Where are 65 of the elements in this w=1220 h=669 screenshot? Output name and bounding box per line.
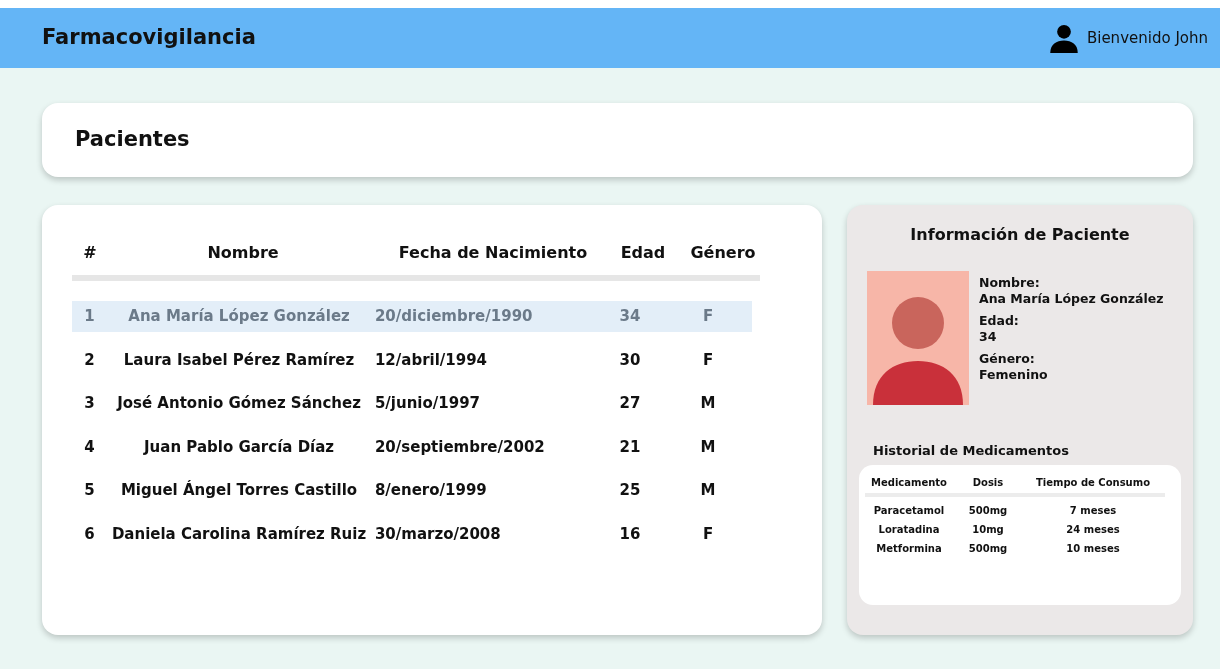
table-cell-text: 20/diciembre/1990 bbox=[373, 306, 534, 328]
info-title: Información de Paciente bbox=[909, 224, 1131, 246]
table-cell-text: 20/septiembre/2002 bbox=[373, 436, 546, 458]
table-cell-text: 500mg bbox=[967, 503, 1009, 518]
column-header: Género bbox=[689, 242, 757, 264]
table-cell-text: José Antonio Gómez Sánchez bbox=[115, 393, 362, 415]
history-title: Historial de Medicamentos bbox=[872, 442, 1070, 460]
patient-row[interactable]: 6 Daniela Carolina Ramírez Ruiz 30/marzo/2008 16 F bbox=[72, 518, 752, 550]
table-cell-text: 8/enero/1999 bbox=[373, 480, 488, 502]
column-header: Medicamento bbox=[870, 475, 948, 490]
table-cell-text: 21 bbox=[618, 436, 642, 458]
app-title: Farmacovigilancia bbox=[42, 24, 256, 52]
field-label: Nombre: bbox=[979, 275, 1041, 291]
table-cell-text: 6 bbox=[83, 523, 96, 545]
table-cell-text: Paracetamol bbox=[872, 503, 946, 518]
table-cell-text: Laura Isabel Pérez Ramírez bbox=[122, 349, 356, 371]
table-cell-text: 3 bbox=[83, 393, 96, 415]
column-header: Tiempo de Consumo bbox=[1034, 475, 1152, 490]
table-cell-text: Metformina bbox=[875, 541, 943, 556]
column-header: # bbox=[82, 242, 98, 264]
field-value: 34 bbox=[979, 329, 998, 345]
welcome-text: Bienvenido John bbox=[1086, 27, 1208, 49]
table-cell-text: 5/junio/1997 bbox=[373, 393, 481, 415]
patient-row[interactable]: 1 Ana María López González 20/diciembre/1990 34 F bbox=[72, 301, 752, 332]
table-cell-text: Loratadina bbox=[877, 522, 941, 537]
table-cell-text: M bbox=[699, 393, 717, 415]
table-cell-text: Miguel Ángel Torres Castillo bbox=[119, 479, 359, 502]
table-cell-text: 27 bbox=[618, 393, 642, 415]
field-value: Ana María López González bbox=[979, 291, 1164, 307]
field-label: Edad: bbox=[979, 313, 1020, 329]
column-header: Edad bbox=[619, 242, 667, 264]
table-cell-text: Ana María López González bbox=[127, 306, 351, 328]
table-cell-text: 5 bbox=[83, 480, 96, 502]
table-cell-text: 34 bbox=[618, 306, 642, 328]
table-cell-text: 7 meses bbox=[1068, 503, 1118, 518]
table-cell-text: M bbox=[699, 436, 717, 458]
user-icon bbox=[1048, 23, 1079, 53]
patient-row[interactable]: 2 Laura Isabel Pérez Ramírez 12/abril/1994 30 F bbox=[72, 344, 752, 376]
patient-row[interactable]: 4 Juan Pablo García Díaz 20/septiembre/2002 21 M bbox=[72, 431, 752, 463]
table-cell-text: M bbox=[699, 480, 717, 502]
table-cell-text: F bbox=[701, 349, 715, 371]
field-label: Género: bbox=[979, 351, 1036, 367]
table-cell-text: 30 bbox=[618, 349, 642, 371]
column-header: Dosis bbox=[971, 475, 1005, 490]
patient-row[interactable]: 5 Miguel Ángel Torres Castillo 8/enero/1999 25 M bbox=[72, 475, 752, 506]
table-cell-text: 12/abril/1994 bbox=[373, 349, 489, 371]
table-cell-text: Daniela Carolina Ramírez Ruiz bbox=[110, 523, 368, 545]
table-cell-text: 10 meses bbox=[1065, 541, 1121, 556]
table-cell-text: Juan Pablo García Díaz bbox=[142, 436, 336, 458]
column-header: Fecha de Nacimiento bbox=[397, 242, 589, 264]
table-cell-text: F bbox=[701, 306, 715, 328]
table-cell-text: 16 bbox=[618, 523, 642, 545]
table-cell-text: 30/marzo/2008 bbox=[373, 523, 502, 545]
table-cell-text: F bbox=[701, 523, 715, 545]
table-cell-text: 4 bbox=[83, 436, 96, 458]
table-cell-text: 10mg bbox=[971, 522, 1005, 537]
table-cell-text: 2 bbox=[83, 349, 96, 371]
page-title: Pacientes bbox=[75, 126, 190, 154]
field-value: Femenino bbox=[979, 367, 1049, 383]
table-cell-text: 500mg bbox=[967, 541, 1009, 556]
table-cell-text: 1 bbox=[83, 306, 96, 328]
table-cell-text: 24 meses bbox=[1065, 522, 1121, 537]
table-cell-text: 25 bbox=[618, 480, 642, 502]
column-header: Nombre bbox=[206, 242, 280, 264]
patient-row[interactable]: 3 José Antonio Gómez Sánchez 5/junio/1997 27 M bbox=[72, 388, 752, 419]
